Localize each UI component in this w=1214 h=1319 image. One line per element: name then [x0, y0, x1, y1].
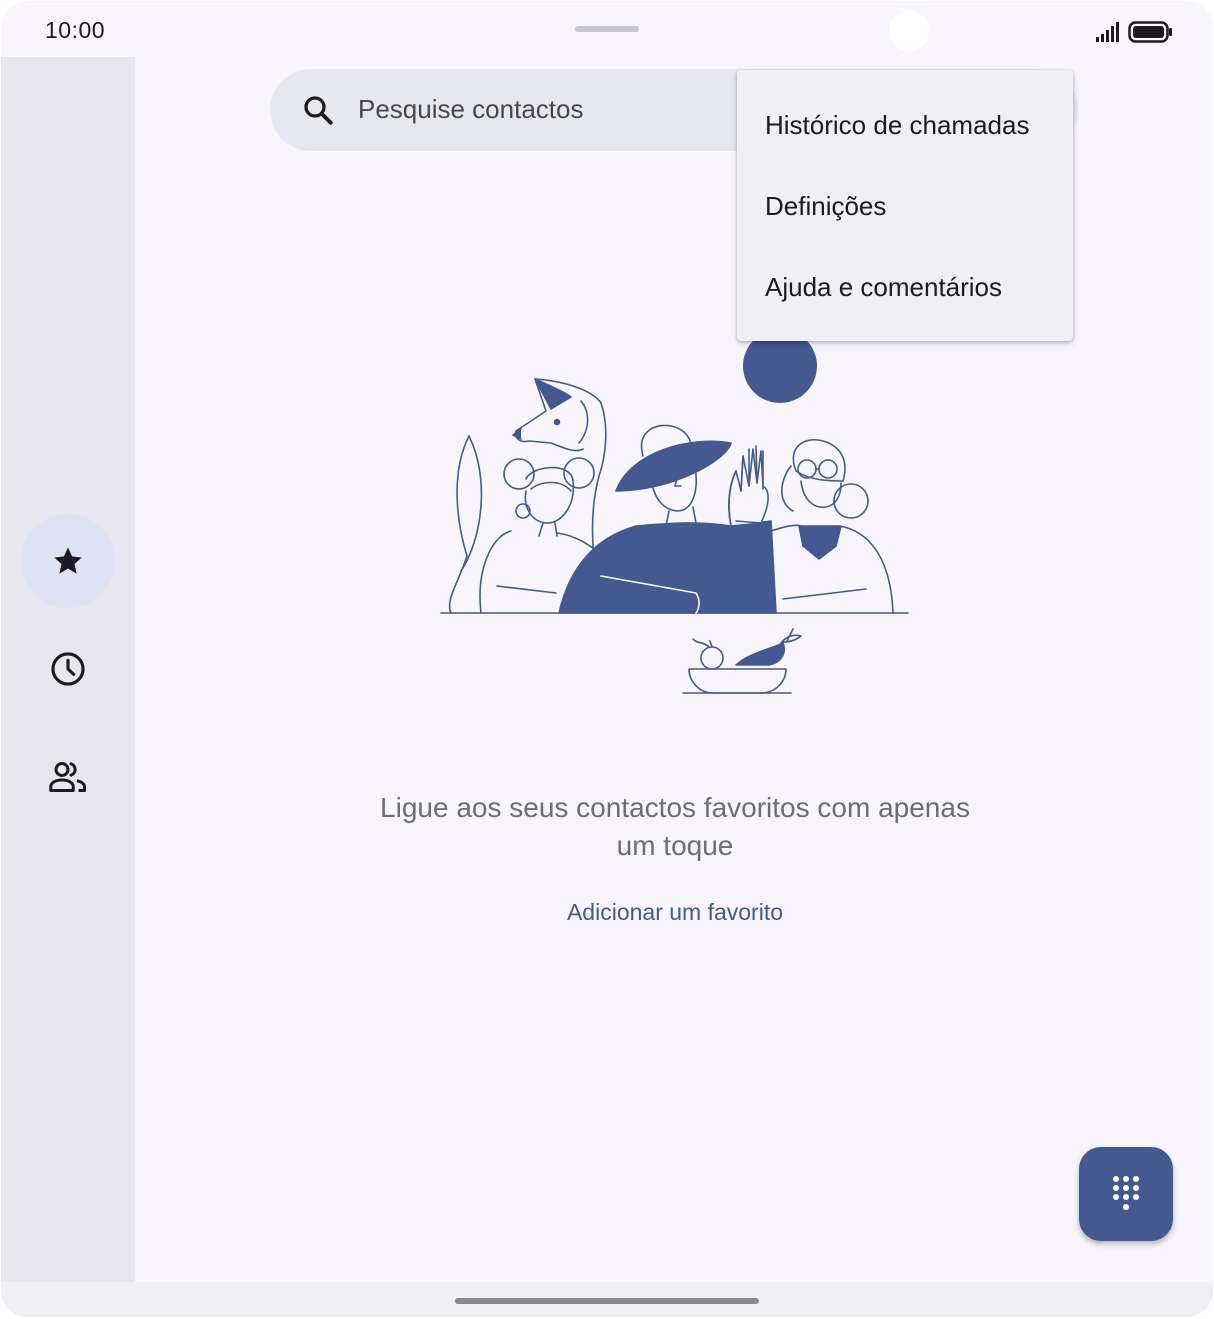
- phone-screen: 10:00 Pesquise contactos Ligue aos seus …: [1, 1, 1213, 1317]
- gesture-navigation-bar: [1, 1282, 1213, 1317]
- rail-item-recents[interactable]: [21, 622, 115, 716]
- overflow-menu: Histórico de chamadas Definições Ajuda e…: [737, 70, 1073, 341]
- home-gesture-handle[interactable]: [455, 1298, 759, 1304]
- cellular-signal-icon: [1096, 22, 1119, 42]
- status-time: 10:00: [45, 17, 106, 43]
- camera-cutout: [889, 11, 929, 51]
- rail-item-contacts[interactable]: [21, 730, 115, 824]
- dialpad-icon: [1113, 1176, 1139, 1210]
- drag-handle: [575, 26, 639, 32]
- battery-full-icon: [1128, 21, 1172, 43]
- search-icon: [304, 96, 333, 125]
- clock-icon: [51, 652, 85, 686]
- empty-state-message: Ligue aos seus contactos favoritos com a…: [380, 792, 970, 861]
- menu-item-help-feedback[interactable]: Ajuda e comentários: [765, 272, 1002, 303]
- rail-item-favorites[interactable]: [21, 514, 115, 608]
- star-icon: [54, 547, 82, 574]
- people-icon: [49, 762, 86, 792]
- search-input[interactable]: Pesquise contactos: [358, 94, 583, 125]
- people-and-pets-illustration: [440, 331, 909, 694]
- dialpad-button[interactable]: [1079, 1147, 1173, 1241]
- add-favorite-link[interactable]: Adicionar um favorito: [375, 899, 975, 926]
- menu-item-settings[interactable]: Definições: [765, 191, 886, 222]
- navigation-rail: [1, 57, 135, 1282]
- menu-item-call-history[interactable]: Histórico de chamadas: [765, 110, 1029, 141]
- status-bar: 10:00: [1, 1, 1213, 57]
